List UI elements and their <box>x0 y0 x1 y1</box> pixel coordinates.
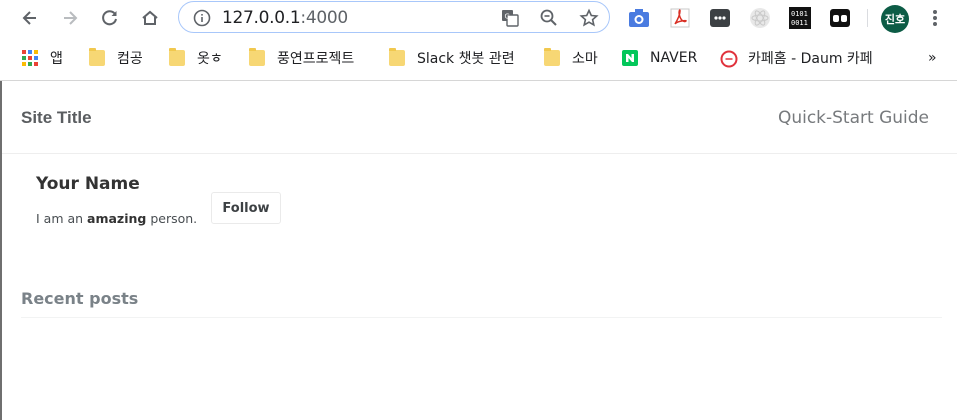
bookmark-folder[interactable]: 컴공 <box>89 47 143 69</box>
bookmarks-bar: 앱 컴공 옷ㅎ 풍연프로젝트 Slack 챗봇 관련 소마 NAVER 카페홈 … <box>0 36 957 81</box>
dots-extension-icon[interactable] <box>709 7 731 29</box>
follow-button[interactable]: Follow <box>211 192 281 224</box>
zoom-icon[interactable] <box>538 7 560 29</box>
site-masthead: Site Title Quick-Start Guide <box>2 81 957 154</box>
folder-icon <box>389 48 405 66</box>
folder-icon <box>169 48 185 66</box>
bookmark-folder[interactable]: 풍연프로젝트 <box>249 47 354 69</box>
bookmark-naver[interactable]: NAVER <box>622 47 697 69</box>
profile-avatar[interactable]: 진호 <box>881 5 909 33</box>
bookmark-label: Slack 챗봇 관련 <box>417 51 515 67</box>
svg-text:0101: 0101 <box>791 10 808 18</box>
translate-icon[interactable]: G <box>499 7 521 29</box>
author-bio: I am an amazing person. <box>36 211 197 226</box>
bookmark-apps[interactable]: 앱 <box>22 47 63 69</box>
site-info-icon[interactable] <box>191 7 213 29</box>
apps-grid-icon <box>22 50 38 66</box>
eyes-extension-icon[interactable] <box>829 7 851 29</box>
profile-initials: 진호 <box>884 13 906 26</box>
follow-label: Follow <box>222 200 270 216</box>
bookmark-label: 앱 <box>50 51 63 67</box>
forward-arrow-icon <box>64 11 78 25</box>
bookmark-folder[interactable]: 옷ㅎ <box>169 47 223 69</box>
folder-icon <box>544 48 560 66</box>
home-icon <box>142 10 158 25</box>
bookmark-label: NAVER <box>650 50 698 66</box>
home-button[interactable] <box>137 5 163 31</box>
bio-prefix: I am an <box>36 211 88 226</box>
bookmark-star-icon[interactable] <box>578 7 600 29</box>
folder-icon <box>89 48 105 66</box>
bookmark-label: 카페홈 - Daum 카페 <box>748 51 873 67</box>
site-title-link[interactable]: Site Title <box>21 108 92 128</box>
daum-cafe-icon <box>720 50 738 68</box>
recent-posts-heading: Recent posts <box>21 289 139 308</box>
svg-text:G: G <box>505 13 510 21</box>
url-text[interactable]: 127.0.0.1:4000 <box>222 8 348 28</box>
bookmark-label: 소마 <box>572 51 598 67</box>
bio-suffix: person. <box>146 211 198 226</box>
naver-icon <box>622 50 638 66</box>
section-divider <box>21 317 942 318</box>
folder-icon <box>249 48 265 66</box>
reload-icon <box>102 10 117 26</box>
bookmark-daum-cafe[interactable]: 카페홈 - Daum 카페 <box>720 47 873 69</box>
back-button[interactable] <box>17 5 43 31</box>
back-arrow-icon <box>22 11 36 25</box>
bookmark-label: 옷ㅎ <box>197 51 223 67</box>
binary-extension-icon[interactable]: 0101 0011 <box>789 7 811 29</box>
toolbar-separator <box>867 9 868 27</box>
camera-extension-icon[interactable] <box>628 7 650 29</box>
forward-button[interactable] <box>57 5 83 31</box>
bookmark-folder[interactable]: 소마 <box>544 47 598 69</box>
react-devtools-icon[interactable] <box>749 7 771 29</box>
author-name: Your Name <box>36 174 140 194</box>
more-bookmarks-chevron-icon: » <box>928 50 937 66</box>
address-bar[interactable]: 127.0.0.1:4000 G <box>178 1 610 33</box>
more-bookmarks-button[interactable]: » <box>928 47 937 69</box>
bookmark-folder[interactable]: Slack 챗봇 관련 <box>389 47 515 69</box>
url-port: :4000 <box>300 8 348 28</box>
bio-bold: amazing <box>87 211 147 226</box>
bookmark-label: 컴공 <box>117 51 143 67</box>
browser-toolbar: 127.0.0.1:4000 G 0101 0011 진호 <box>0 0 957 36</box>
bookmark-label: 풍연프로젝트 <box>277 51 355 67</box>
nav-quick-start-link[interactable]: Quick-Start Guide <box>778 108 929 128</box>
menu-kebab-icon[interactable] <box>924 7 946 29</box>
pdf-extension-icon[interactable] <box>669 7 691 29</box>
reload-button[interactable] <box>97 5 123 31</box>
svg-text:0011: 0011 <box>791 19 808 27</box>
url-host: 127.0.0.1 <box>222 8 301 28</box>
